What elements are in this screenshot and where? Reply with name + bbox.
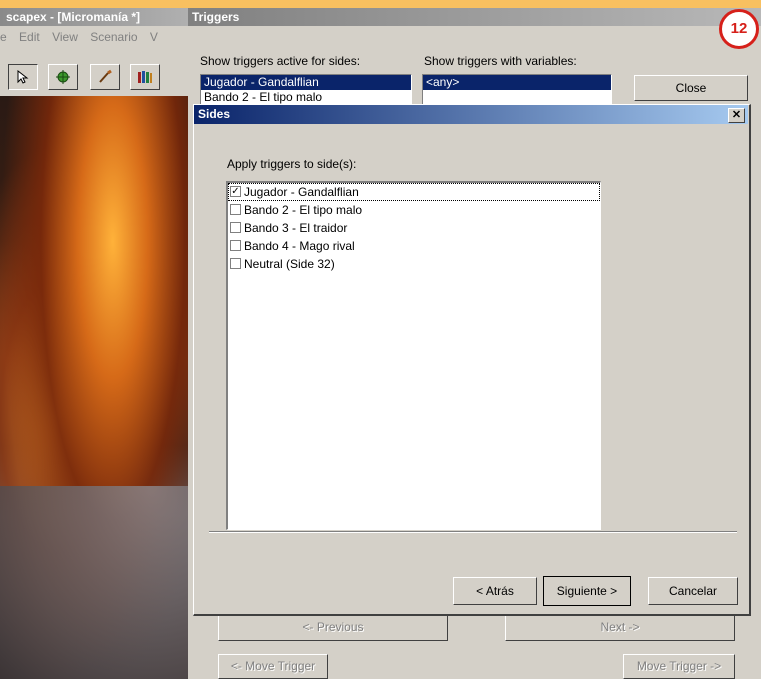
menu-item[interactable]: e [0, 30, 7, 44]
side-item-bando-3[interactable]: Bando 3 - El traidor [228, 219, 600, 237]
move-trigger-right-button[interactable]: Move Trigger -> [623, 654, 735, 679]
list-item[interactable]: Jugador - Gandalflian [201, 75, 411, 90]
previous-button[interactable]: <- Previous [218, 613, 448, 641]
sides-filter-label: Show triggers active for sides: [200, 54, 361, 68]
menu-item[interactable]: V [150, 30, 158, 44]
close-button[interactable]: Close [634, 75, 748, 101]
books-icon[interactable] [130, 64, 160, 90]
next-button[interactable]: Next -> [505, 613, 735, 641]
separator [209, 531, 737, 533]
list-item[interactable]: <any> [423, 75, 611, 90]
back-button[interactable]: < Atrás [453, 577, 537, 605]
side-label: Bando 3 - El traidor [244, 221, 348, 235]
menubar: e Edit View Scenario V [0, 26, 188, 48]
menu-edit[interactable]: Edit [19, 30, 40, 44]
side-label: Bando 4 - Mago rival [244, 239, 355, 253]
menu-scenario[interactable]: Scenario [90, 30, 137, 44]
sides-dialog: Sides ✕ Apply triggers to side(s): ✓ Jug… [193, 104, 751, 616]
checkbox-icon[interactable] [230, 240, 241, 251]
desert-dune [0, 486, 188, 679]
brush-icon[interactable] [90, 64, 120, 90]
sides-filter-list[interactable]: Jugador - Gandalflian Bando 2 - El tipo … [200, 74, 412, 106]
close-icon[interactable]: ✕ [728, 108, 745, 123]
unit-icon[interactable] [48, 64, 78, 90]
side-item-bando-4[interactable]: Bando 4 - Mago rival [228, 237, 600, 255]
menu-view[interactable]: View [52, 30, 78, 44]
cancel-button[interactable]: Cancelar [648, 577, 738, 605]
checkbox-icon[interactable] [230, 222, 241, 233]
sides-title: Sides [194, 105, 748, 124]
editor-title: scapex - [Micromanía *] [0, 8, 188, 26]
apply-label: Apply triggers to side(s): [227, 157, 357, 171]
next-step-button[interactable]: Siguiente > [543, 576, 631, 606]
variables-filter-list[interactable]: <any> [422, 74, 612, 106]
toolbar [4, 50, 188, 96]
move-trigger-left-button[interactable]: <- Move Trigger [218, 654, 328, 679]
side-item-neutral[interactable]: Neutral (Side 32) [228, 255, 600, 273]
triggers-title: Triggers [188, 8, 761, 26]
cursor-arrow-icon[interactable] [8, 64, 38, 90]
checkbox-checked-icon[interactable]: ✓ [230, 186, 241, 197]
side-label: Jugador - Gandalflian [244, 185, 359, 199]
step-number-badge: 12 [719, 9, 759, 49]
variables-filter-label: Show triggers with variables: [424, 54, 577, 68]
side-label: Bando 2 - El tipo malo [244, 203, 363, 217]
side-label: Neutral (Side 32) [244, 257, 335, 271]
scenario-editor-window: scapex - [Micromanía *] e Edit View Scen… [0, 8, 189, 679]
checkbox-icon[interactable] [230, 258, 241, 269]
checkbox-icon[interactable] [230, 204, 241, 215]
sides-checklist[interactable]: ✓ Jugador - Gandalflian Bando 2 - El tip… [226, 181, 601, 530]
map-view[interactable] [0, 96, 188, 679]
side-item-bando-2[interactable]: Bando 2 - El tipo malo [228, 201, 600, 219]
list-item[interactable]: Bando 2 - El tipo malo [201, 90, 411, 105]
side-item-jugador[interactable]: ✓ Jugador - Gandalflian [228, 183, 600, 201]
